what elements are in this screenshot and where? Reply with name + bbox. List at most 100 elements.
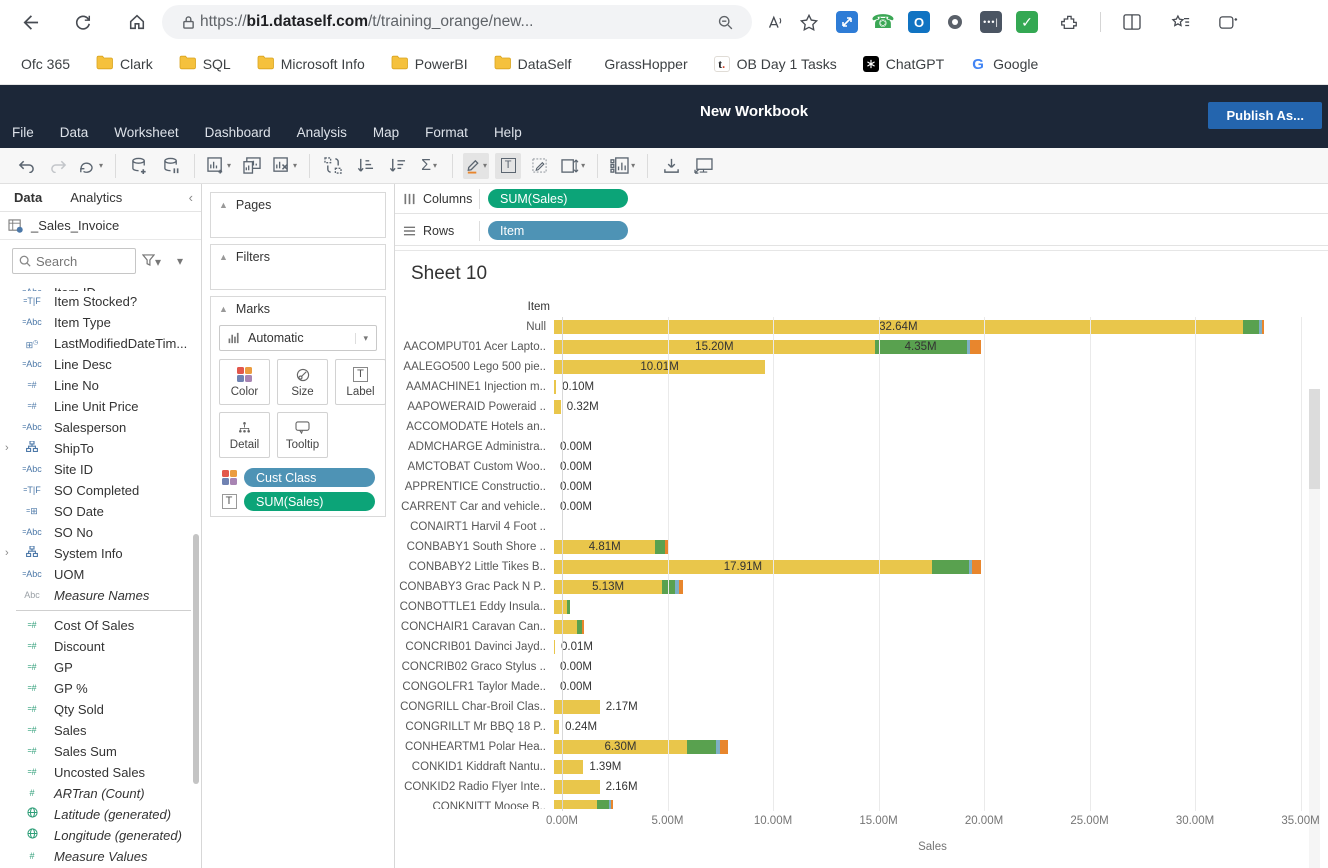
bar-segment[interactable] — [554, 640, 555, 654]
field-item-cost-of-sales[interactable]: =#Cost Of Sales — [0, 615, 201, 636]
field-item-shipto[interactable]: ›ShipTo — [0, 438, 201, 459]
address-bar[interactable]: https://bi1.dataself.com/t/training_oran… — [162, 5, 752, 39]
bookmark-chatgpt[interactable]: ChatGPT — [863, 56, 944, 72]
menu-item-data[interactable]: Data — [60, 125, 89, 140]
collapse-pages-icon[interactable]: ▲ — [219, 200, 228, 210]
chart-row[interactable]: AALEGO500 Lego 500 pie..10.01M — [395, 357, 1315, 377]
collapse-pane-icon[interactable]: ‹ — [189, 190, 193, 205]
field-item-qty-sold[interactable]: =#Qty Sold — [0, 699, 201, 720]
chart-row[interactable]: CONHEARTM1 Polar Hea..6.30M — [395, 737, 1315, 757]
bookmark-microsoft-info[interactable]: Microsoft Info — [257, 55, 365, 73]
sort-descending-icon[interactable] — [384, 153, 410, 179]
field-list-scrollbar[interactable] — [193, 534, 199, 784]
bar-segment[interactable] — [554, 760, 583, 774]
bar-segment[interactable] — [582, 620, 584, 634]
chart-row[interactable]: CONCRIB01 Davinci Jayd..0.01M — [395, 637, 1315, 657]
chart-row[interactable]: AMCTOBAT Custom Woo..0.00M — [395, 457, 1315, 477]
chart-row-label[interactable]: AAPOWERAID Poweraid .. — [395, 397, 552, 417]
bar-segment[interactable] — [679, 580, 683, 594]
menu-item-map[interactable]: Map — [373, 125, 399, 140]
field-item-gp[interactable]: =#GP — [0, 657, 201, 678]
chart-row-label[interactable]: CARRENT Car and vehicle.. — [395, 497, 552, 517]
marks-button-size[interactable]: Size — [277, 359, 328, 405]
field-item-item-id[interactable]: =AbcItem ID — [0, 282, 201, 291]
bookmark-ofc-365[interactable]: Ofc 365 — [14, 56, 70, 72]
zoom-out-icon[interactable] — [708, 5, 742, 39]
fix-axes-icon[interactable]: ▾ — [559, 153, 587, 179]
totals-sigma-icon[interactable]: Σ▾ — [416, 153, 442, 179]
datasource-row[interactable]: _Sales_Invoice — [0, 212, 201, 240]
menu-item-format[interactable]: Format — [425, 125, 468, 140]
chart-row[interactable]: CONKID1 Kiddraft Nantu..1.39M — [395, 757, 1315, 777]
bar-segment[interactable] — [554, 780, 600, 794]
favorites-list-icon[interactable] — [1163, 5, 1197, 39]
field-item-so-completed[interactable]: =T|FSO Completed — [0, 480, 201, 501]
bookmark-dataself[interactable]: DataSelf — [494, 55, 572, 73]
marks-button-detail[interactable]: Detail — [219, 412, 270, 458]
field-item-gp-[interactable]: =#GP % — [0, 678, 201, 699]
chart-row-label[interactable]: AAMACHINE1 Injection m.. — [395, 377, 552, 397]
marks-button-label[interactable]: TLabel — [335, 359, 386, 405]
chart-row-label[interactable]: CONCRIB01 Davinci Jayd.. — [395, 637, 552, 657]
bookmark-sql[interactable]: SQL — [179, 55, 231, 73]
bookmark-grasshopper[interactable]: GrassHopper — [597, 56, 687, 72]
chart-row-label[interactable]: CONKID2 Radio Flyer Inte.. — [395, 777, 552, 797]
split-screen-icon[interactable] — [1115, 5, 1149, 39]
redo-icon[interactable] — [45, 153, 71, 179]
search-input[interactable] — [36, 254, 116, 269]
bar-segment[interactable] — [554, 720, 559, 734]
bar-segment[interactable] — [972, 560, 981, 574]
chart-row-label[interactable]: CONBABY3 Grac Pack N P.. — [395, 577, 552, 597]
pill-sum-sales-[interactable]: SUM(Sales) — [488, 189, 628, 208]
field-item-uom[interactable]: =AbcUOM — [0, 564, 201, 585]
field-item-latitude-generated-[interactable]: Latitude (generated) — [0, 804, 201, 825]
expand-icon[interactable]: › — [5, 543, 9, 564]
chart-row-label[interactable]: APPRENTICE Constructio.. — [395, 477, 552, 497]
bar-segment[interactable] — [611, 800, 613, 809]
bar-segment[interactable] — [1243, 320, 1259, 334]
read-aloud-icon[interactable] — [758, 5, 792, 39]
field-item-artran-count-[interactable]: #ARTran (Count) — [0, 783, 201, 804]
chart-row-label[interactable]: CONGOLFR1 Taylor Made.. — [395, 677, 552, 697]
marks-button-tooltip[interactable]: Tooltip — [277, 412, 328, 458]
chart-row-label[interactable]: CONGRILLT Mr BBQ 18 P.. — [395, 717, 552, 737]
home-icon[interactable] — [120, 5, 154, 39]
grasshopper-phone-icon[interactable]: ☎ — [872, 11, 894, 33]
show-mark-labels-icon[interactable]: T — [495, 153, 521, 179]
favorite-star-icon[interactable] — [792, 5, 826, 39]
chart-row-label[interactable]: CONAIRT1 Harvil 4 Foot .. — [395, 517, 552, 537]
menu-item-analysis[interactable]: Analysis — [297, 125, 347, 140]
show-me-icon[interactable]: ▾ — [608, 153, 637, 179]
chart-row[interactable]: Null32.64M — [395, 317, 1315, 337]
bookmark-google[interactable]: GGoogle — [970, 56, 1038, 72]
menu-item-worksheet[interactable]: Worksheet — [114, 125, 178, 140]
clear-sheet-icon[interactable]: ▾ — [271, 153, 299, 179]
bar-segment[interactable] — [970, 340, 982, 354]
field-item-lastmodifieddatetim-[interactable]: ⊞◷LastModifiedDateTim... — [0, 333, 201, 354]
bar-segment[interactable] — [554, 700, 600, 714]
bookmark-powerbi[interactable]: PowerBI — [391, 55, 468, 73]
field-item-site-id[interactable]: =AbcSite ID — [0, 459, 201, 480]
collapse-marks-icon[interactable]: ▲ — [219, 304, 228, 314]
bar-segment[interactable] — [554, 400, 561, 414]
chart-row[interactable]: CONCHAIR1 Caravan Can.. — [395, 617, 1315, 637]
filter-fields-icon[interactable]: ▾ — [142, 254, 161, 269]
fields-menu-icon[interactable]: ▾ — [177, 254, 183, 268]
bookmark-ob-day-1-tasks[interactable]: t.OB Day 1 Tasks — [714, 56, 837, 72]
new-datasource-icon[interactable] — [126, 153, 152, 179]
chart-row[interactable]: AAMACHINE1 Injection m..0.10M — [395, 377, 1315, 397]
field-item-measure-values[interactable]: #Measure Values — [0, 846, 201, 867]
field-item-sales[interactable]: =#Sales — [0, 720, 201, 741]
chart-row[interactable]: CONKID2 Radio Flyer Inte..2.16M — [395, 777, 1315, 797]
bar-segment[interactable] — [1262, 320, 1264, 334]
publish-button[interactable]: Publish As... — [1208, 102, 1322, 129]
field-item-measure-names[interactable]: AbcMeasure Names — [0, 585, 201, 606]
chart-row-label[interactable]: AALEGO500 Lego 500 pie.. — [395, 357, 552, 377]
chart-row-label[interactable]: AACOMPUT01 Acer Lapto.. — [395, 337, 552, 357]
marks-button-color[interactable]: Color — [219, 359, 270, 405]
back-icon[interactable] — [12, 5, 46, 39]
field-item-so-date[interactable]: =⊞SO Date — [0, 501, 201, 522]
swap-axes-icon[interactable] — [320, 153, 346, 179]
field-item-item-type[interactable]: =AbcItem Type — [0, 312, 201, 333]
field-item-line-no[interactable]: =#Line No — [0, 375, 201, 396]
